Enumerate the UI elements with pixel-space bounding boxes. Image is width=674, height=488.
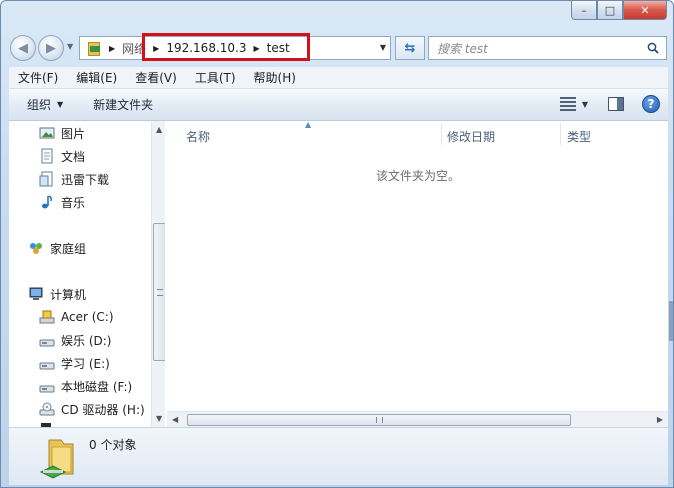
system-drive-icon bbox=[39, 310, 55, 324]
menu-view[interactable]: 查看(V) bbox=[126, 69, 186, 86]
sort-ascending-icon: ▲ bbox=[305, 120, 312, 129]
downloads-library-icon bbox=[39, 171, 53, 187]
menu-tools[interactable]: 工具(T) bbox=[186, 69, 245, 86]
scroll-down-icon[interactable]: ▼ bbox=[156, 414, 162, 423]
status-item-count: 0 个对象 bbox=[89, 438, 137, 452]
minimize-button[interactable]: – bbox=[571, 1, 597, 20]
empty-folder-message: 该文件夹为空。 bbox=[376, 169, 461, 183]
refresh-button[interactable]: ⇆ bbox=[395, 36, 425, 60]
documents-icon bbox=[41, 148, 53, 164]
nav-item-homegroup[interactable]: 家庭组 bbox=[28, 238, 86, 258]
file-list-pane[interactable]: ▲ 名称 修改日期 类型 该文件夹为空。 ◀ ▶ bbox=[167, 120, 668, 427]
address-history-dropdown[interactable]: ▼ bbox=[380, 43, 386, 52]
maximize-button[interactable]: □ bbox=[597, 1, 623, 20]
shared-folder-icon bbox=[39, 439, 74, 479]
menu-bar: 文件(F) 编辑(E) 查看(V) 工具(T) 帮助(H) bbox=[9, 67, 668, 89]
preview-pane-icon[interactable] bbox=[608, 97, 624, 111]
column-name[interactable]: 名称 bbox=[186, 128, 210, 145]
nav-item-drive-c[interactable]: Acer (C:) bbox=[39, 307, 114, 327]
view-options-icon[interactable] bbox=[559, 97, 576, 111]
nav-item-computer[interactable]: 计算机 bbox=[28, 284, 86, 304]
window-controls: – □ ✕ bbox=[571, 1, 667, 20]
nav-item-documents[interactable]: 文档 bbox=[39, 146, 85, 166]
command-bar: 组织 ▼ 新建文件夹 ▼ ? bbox=[9, 89, 668, 121]
homegroup-icon bbox=[30, 243, 42, 254]
explorer-window: – □ ✕ ◀ ▶ ▼ ▶ 网络 ▶ 192.168.10.3 ▶ test ▼… bbox=[0, 0, 674, 488]
navigation-bar: ◀ ▶ ▼ ▶ 网络 ▶ 192.168.10.3 ▶ test ▼ ⇆ 搜索 … bbox=[9, 33, 669, 61]
search-box[interactable]: 搜索 test bbox=[428, 36, 667, 60]
arrow-right-icon: ▶ bbox=[46, 40, 56, 56]
content-area: 图片 文档 迅雷下载 音乐 家庭组 计算机 Acer (C:) 娱乐 (D:) … bbox=[9, 120, 668, 427]
file-scrollbar-thumb[interactable] bbox=[187, 414, 571, 426]
cd-drive-icon bbox=[39, 402, 55, 416]
forward-button[interactable]: ▶ bbox=[38, 35, 64, 61]
scroll-left-icon[interactable]: ◀ bbox=[172, 415, 178, 424]
nav-vertical-scrollbar[interactable]: ▲ ▼ bbox=[151, 121, 165, 427]
menu-file[interactable]: 文件(F) bbox=[9, 69, 67, 86]
menu-edit[interactable]: 编辑(E) bbox=[67, 69, 126, 86]
menu-help[interactable]: 帮助(H) bbox=[245, 69, 305, 86]
nav-item-drive-f[interactable]: 本地磁盘 (F:) bbox=[39, 376, 132, 396]
navigation-pane: 图片 文档 迅雷下载 音乐 家庭组 计算机 Acer (C:) 娱乐 (D:) … bbox=[9, 121, 165, 427]
file-horizontal-scrollbar[interactable]: ◀ ▶ bbox=[167, 411, 668, 427]
column-date-modified[interactable]: 修改日期 bbox=[447, 128, 495, 145]
close-button[interactable]: ✕ bbox=[623, 1, 667, 20]
breadcrumb-separator-icon[interactable]: ▶ bbox=[109, 44, 115, 53]
arrow-left-icon: ◀ bbox=[18, 40, 28, 56]
nav-item-thunder-downloads[interactable]: 迅雷下载 bbox=[39, 169, 109, 189]
nav-scrollbar-thumb[interactable] bbox=[153, 223, 165, 361]
column-divider[interactable] bbox=[441, 123, 442, 145]
details-pane: 0 个对象 bbox=[9, 427, 668, 485]
search-icon[interactable] bbox=[647, 42, 659, 54]
scroll-right-icon[interactable]: ▶ bbox=[657, 415, 663, 424]
nav-item-drive-d[interactable]: 娱乐 (D:) bbox=[39, 330, 111, 350]
chevron-down-icon: ▼ bbox=[57, 100, 64, 109]
pictures-icon bbox=[39, 127, 55, 139]
organize-button[interactable]: 组织 ▼ bbox=[18, 96, 72, 113]
nav-item-music[interactable]: 音乐 bbox=[39, 192, 85, 212]
nav-item-drive-e[interactable]: 学习 (E:) bbox=[39, 353, 110, 373]
column-divider[interactable] bbox=[560, 123, 561, 145]
music-note-icon bbox=[42, 195, 52, 209]
hard-drive-icon bbox=[39, 339, 55, 347]
help-icon[interactable]: ? bbox=[642, 95, 660, 113]
hard-drive-icon bbox=[39, 362, 55, 370]
nav-item-drive-h[interactable]: CD 驱动器 (H:) bbox=[39, 399, 145, 419]
view-dropdown[interactable]: ▼ bbox=[582, 100, 588, 109]
hard-drive-icon bbox=[39, 385, 55, 393]
recent-pages-dropdown[interactable]: ▼ bbox=[67, 42, 73, 51]
refresh-icon: ⇆ bbox=[404, 40, 416, 56]
column-type[interactable]: 类型 bbox=[567, 128, 591, 145]
computer-icon bbox=[29, 287, 43, 300]
column-headers: ▲ 名称 修改日期 类型 bbox=[167, 120, 668, 147]
back-button[interactable]: ◀ bbox=[10, 35, 36, 61]
network-folder-icon bbox=[86, 40, 102, 56]
new-folder-button[interactable]: 新建文件夹 bbox=[84, 96, 162, 113]
window-edge bbox=[669, 301, 673, 341]
view-controls: ▼ ? bbox=[559, 95, 660, 113]
nav-item-pictures[interactable]: 图片 bbox=[39, 123, 85, 143]
search-placeholder: 搜索 test bbox=[437, 41, 488, 56]
address-highlight-box bbox=[142, 33, 310, 61]
scroll-up-icon[interactable]: ▲ bbox=[156, 125, 162, 134]
